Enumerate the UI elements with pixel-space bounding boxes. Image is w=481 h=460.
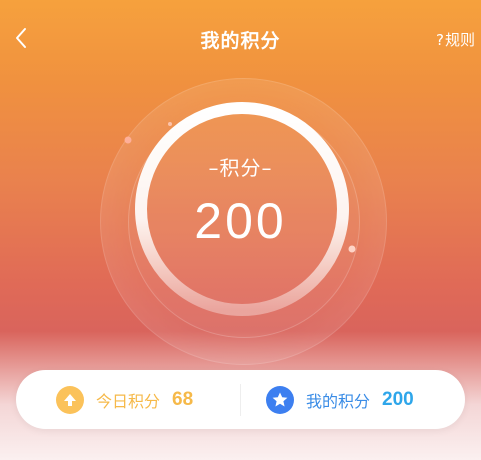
points-value: 200 — [194, 193, 287, 249]
star-icon — [266, 385, 294, 414]
today-points-stat[interactable]: 今日积分 68 — [56, 370, 193, 429]
sparkle-dot — [124, 136, 132, 144]
my-points-label: 我的积分 — [306, 391, 371, 411]
arrow-up-icon — [56, 385, 84, 414]
points-summary-card: 今日积分 68 我的积分 200 — [16, 370, 465, 429]
points-label: –积分– — [208, 156, 273, 180]
points-ring-area: –积分– 200 — [0, 0, 481, 365]
my-points-value: 200 — [382, 388, 414, 410]
my-points-stat[interactable]: 我的积分 200 — [266, 370, 414, 429]
divider — [240, 384, 241, 416]
sparkle-dot — [168, 122, 172, 126]
today-points-value: 68 — [172, 388, 194, 410]
today-points-label: 今日积分 — [96, 391, 161, 411]
